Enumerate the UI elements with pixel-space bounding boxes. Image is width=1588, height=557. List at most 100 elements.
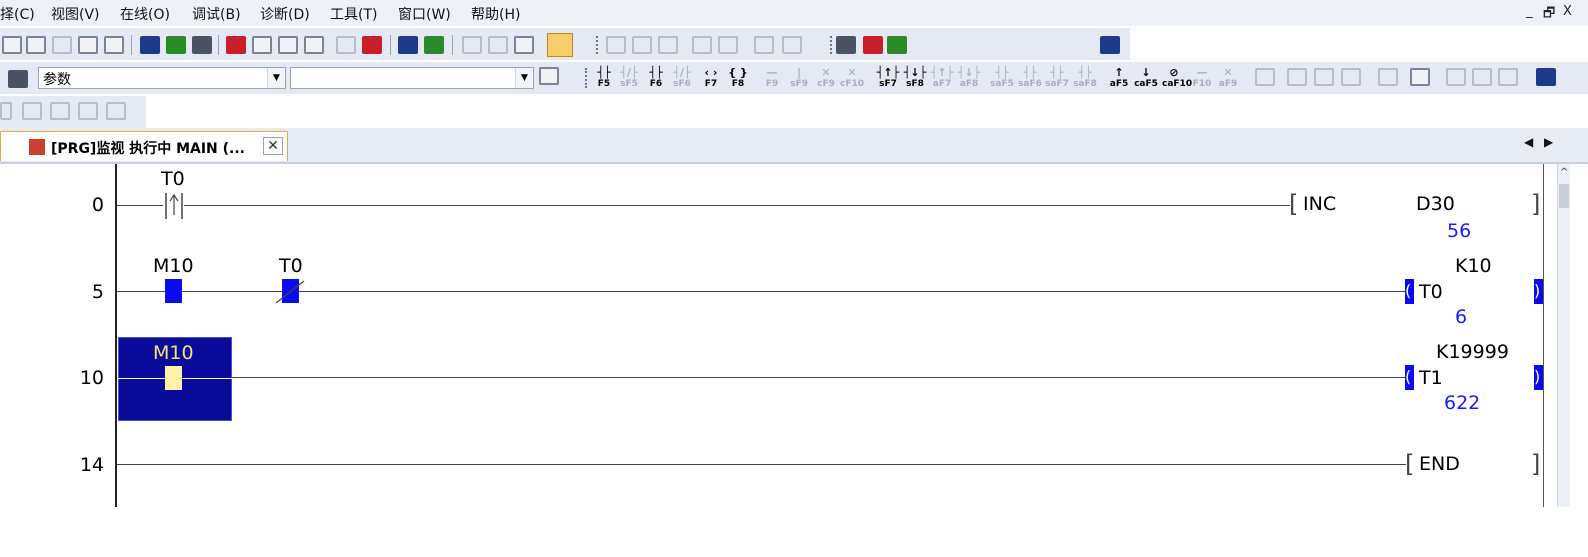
sfc-jump-icon[interactable] <box>106 102 126 120</box>
sfc-step-icon[interactable] <box>22 102 42 120</box>
dev-edit-icon[interactable] <box>424 36 444 54</box>
menu-item-window[interactable]: 窗口(W) <box>398 4 451 24</box>
rung-delete-icon[interactable] <box>1314 68 1334 86</box>
write-to-plc-icon[interactable] <box>226 36 246 54</box>
tab-main-program[interactable]: [PRG]监视 执行中 MAIN (... ✕ <box>0 131 288 161</box>
coil-close-icon[interactable]: ) <box>1534 365 1543 390</box>
function-key-sf7[interactable]: ┤↑├ sF7 <box>876 67 900 90</box>
verify-plc-icon[interactable] <box>278 36 298 54</box>
function-key-f9[interactable]: — F9 <box>760 67 784 90</box>
sfc-transition-icon[interactable] <box>50 102 70 120</box>
function-key-af7[interactable]: ┤↑├ aF7 <box>930 67 954 90</box>
function-key-saf6[interactable]: ┤├ saF6 <box>1018 67 1042 90</box>
vertical-scrollbar[interactable]: ^ <box>1557 164 1570 507</box>
rising-edge-contact-icon[interactable] <box>163 193 185 219</box>
sfc-branch-icon[interactable] <box>78 102 98 120</box>
menu-item-tools[interactable]: 工具(T) <box>330 4 377 24</box>
undo-icon[interactable] <box>78 36 98 54</box>
scroll-thumb[interactable] <box>1559 184 1569 208</box>
dev-icon[interactable] <box>398 36 418 54</box>
copy-icon[interactable] <box>26 36 46 54</box>
function-key-cf10[interactable]: ✕ cF10 <box>840 67 864 90</box>
label-icon[interactable] <box>462 36 482 54</box>
function-key-saf7[interactable]: ┤├ saF7 <box>1045 67 1069 90</box>
step-run-icon[interactable] <box>836 36 856 54</box>
binoculars-icon[interactable] <box>8 70 28 88</box>
comment-icon[interactable] <box>1378 68 1398 86</box>
note-icon[interactable] <box>1446 68 1466 86</box>
function-key-sf9[interactable]: | sF9 <box>787 67 811 90</box>
contact-m10-on[interactable] <box>165 366 182 390</box>
menu-item-debug[interactable]: 调试(B) <box>192 4 241 24</box>
ladder-zoom-icon[interactable] <box>606 36 626 54</box>
function-key-saf8[interactable]: ┤├ saF8 <box>1073 67 1097 90</box>
rung-insert-icon[interactable] <box>1287 68 1307 86</box>
selected-cell[interactable]: M10 <box>118 337 232 421</box>
struct-icon[interactable] <box>488 36 508 54</box>
run-icon[interactable] <box>863 36 883 54</box>
function-key-af5[interactable]: ↑ aF5 <box>1107 67 1131 90</box>
cross-reference-icon[interactable] <box>336 36 356 54</box>
ladder-view-icon[interactable] <box>1536 68 1556 86</box>
menu-item-help[interactable]: 帮助(H) <box>471 4 520 24</box>
read-from-plc-icon[interactable] <box>252 36 272 54</box>
statement-icon[interactable] <box>1410 68 1430 86</box>
block-icon[interactable] <box>514 36 534 54</box>
st-icon[interactable] <box>1255 68 1275 86</box>
menu-item-diagnostics[interactable]: 诊断(D) <box>260 4 310 24</box>
close-window-button[interactable]: X <box>1563 4 1572 19</box>
coil-open-icon[interactable]: ( <box>1405 365 1414 390</box>
menu-item-view[interactable]: 视图(V) <box>51 4 100 24</box>
stop-icon[interactable] <box>887 36 907 54</box>
contact-m10-on[interactable] <box>165 279 182 303</box>
function-key-sf6[interactable]: ┤/├ sF6 <box>670 67 694 90</box>
chevron-down-icon[interactable]: ▼ <box>267 68 285 88</box>
paste-icon[interactable] <box>52 36 72 54</box>
function-key-f10[interactable]: — F10 <box>1190 67 1214 90</box>
function-key-af8[interactable]: ┤↓├ aF8 <box>957 67 981 90</box>
menu-item-conversion[interactable]: 择(C) <box>0 4 35 24</box>
ladder-search-icon[interactable] <box>692 36 712 54</box>
rung-copy-icon[interactable] <box>1341 68 1361 86</box>
function-key-caf10[interactable]: ⊘ caF10 <box>1162 67 1192 90</box>
ladder-editor[interactable] <box>0 164 1588 557</box>
device-edit-icon[interactable] <box>166 36 186 54</box>
speed-apply-icon[interactable] <box>1100 36 1120 54</box>
ladder-compile-icon[interactable] <box>754 36 774 54</box>
ladder-split-icon[interactable] <box>658 36 678 54</box>
device-list-icon[interactable] <box>362 36 382 54</box>
find-next-icon[interactable] <box>1498 68 1518 86</box>
search-device-icon[interactable] <box>304 36 324 54</box>
scroll-up-icon[interactable]: ^ <box>1560 167 1568 178</box>
restore-button[interactable]: 🗗 <box>1543 4 1555 26</box>
find-note-icon[interactable] <box>1472 68 1492 86</box>
partial-icon[interactable] <box>0 102 12 120</box>
device-comment-icon[interactable] <box>140 36 160 54</box>
coil-close-icon[interactable]: ) <box>1534 279 1543 304</box>
monitor-mode-icon[interactable] <box>547 33 573 57</box>
tab-next-icon[interactable]: ▶ <box>1544 135 1553 149</box>
function-key-cf9[interactable]: ✕ cF9 <box>814 67 838 90</box>
function-key-f7[interactable]: ‹ › F7 <box>699 67 723 90</box>
cut-icon[interactable] <box>2 36 22 54</box>
ladder-build-icon[interactable] <box>782 36 802 54</box>
chevron-down-icon[interactable]: ▼ <box>515 68 533 88</box>
function-key-saf5[interactable]: ┤├ saF5 <box>990 67 1014 90</box>
device-monitor-icon[interactable] <box>192 36 212 54</box>
function-key-af9[interactable]: ✕ aF9 <box>1216 67 1240 90</box>
function-key-f8[interactable]: { } F8 <box>726 67 750 90</box>
function-key-sf8[interactable]: ┤↓├ sF8 <box>903 67 927 90</box>
coil-open-icon[interactable]: ( <box>1405 279 1414 304</box>
function-key-sf5[interactable]: ┤/├ sF5 <box>617 67 641 90</box>
search-combo[interactable]: 参数 ▼ <box>38 67 286 89</box>
function-key-caf5[interactable]: ↓ caF5 <box>1134 67 1158 90</box>
tab-prev-icon[interactable]: ◀ <box>1524 135 1533 149</box>
ladder-jump-icon[interactable] <box>718 36 738 54</box>
search-options-icon[interactable] <box>539 67 559 85</box>
minimize-button[interactable]: _ <box>1526 4 1533 19</box>
ladder-convert-icon[interactable] <box>632 36 652 54</box>
redo-icon[interactable] <box>104 36 124 54</box>
menu-item-online[interactable]: 在线(O) <box>120 4 170 24</box>
close-icon[interactable]: ✕ <box>263 137 283 155</box>
second-combo[interactable]: ▼ <box>290 67 534 89</box>
